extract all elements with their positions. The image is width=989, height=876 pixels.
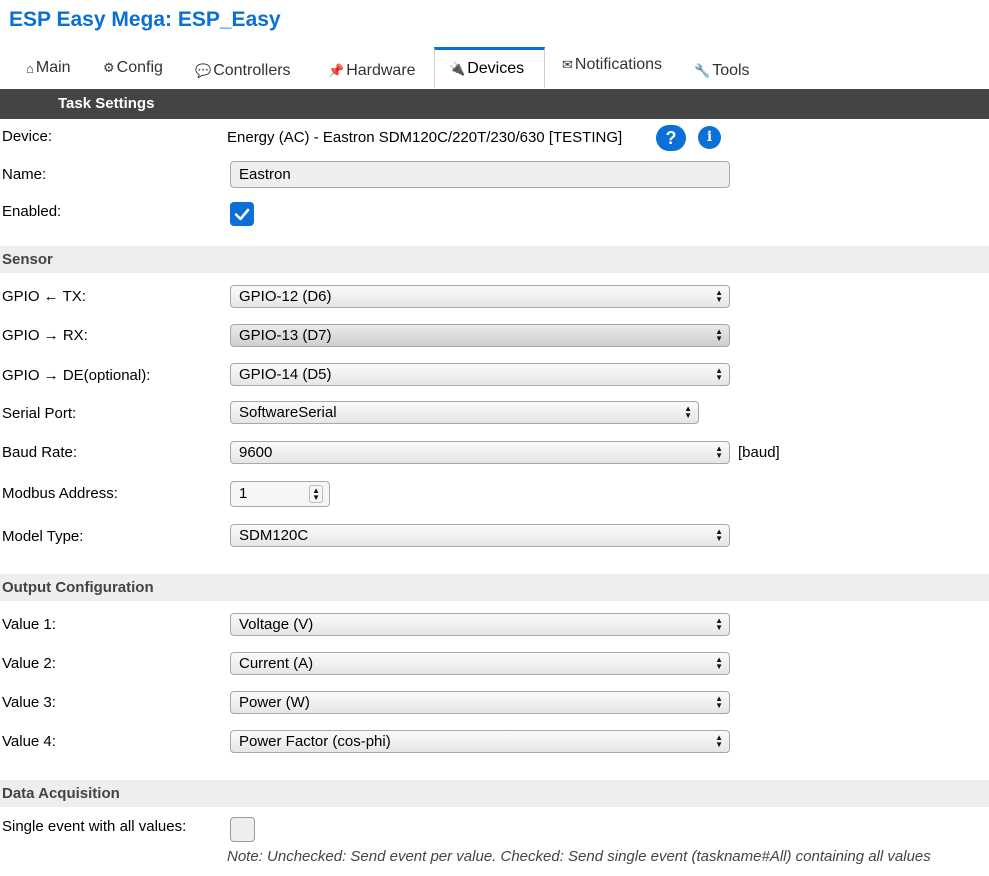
tab-devices[interactable]: 🔌 Devices — [434, 47, 545, 88]
model-type-select[interactable]: SDM120C ▲ ▼ — [230, 524, 730, 547]
device-label: Device: — [2, 128, 53, 145]
select-arrows-icon: ▲ ▼ — [715, 733, 723, 749]
select-value: GPIO-14 (D5) — [239, 366, 332, 383]
baud-rate-select[interactable]: 9600 ▲ ▼ — [230, 441, 730, 464]
name-label: Name: — [2, 166, 47, 183]
pushpin-icon: 📌 — [328, 63, 345, 78]
serial-port-select[interactable]: SoftwareSerial ▲ ▼ — [230, 401, 699, 424]
single-event-label: Single event with all values: — [2, 818, 187, 835]
help-icon[interactable]: ? — [656, 125, 686, 151]
select-value: Current (A) — [239, 655, 314, 672]
enabled-checkbox[interactable] — [230, 202, 254, 226]
tab-label: Hardware — [346, 62, 416, 79]
baud-unit: [baud] — [738, 444, 780, 461]
name-input[interactable]: Eastron — [230, 161, 730, 188]
section-acquisition: Data Acquisition — [0, 780, 989, 807]
home-icon: ⌂ — [26, 60, 34, 76]
model-type-label: Model Type: — [2, 528, 84, 545]
single-event-checkbox[interactable] — [230, 817, 255, 842]
section-output: Output Configuration — [0, 574, 989, 601]
gear-icon: ⚙ — [103, 60, 115, 75]
select-value: 9600 — [239, 444, 273, 461]
gpio-tx-select[interactable]: GPIO-12 (D6) ▲ ▼ — [230, 285, 730, 308]
modbus-address-input[interactable]: 1 ▲ ▼ — [230, 481, 330, 507]
value1-label: Value 1: — [2, 616, 56, 633]
plug-icon: 🔌 — [449, 60, 466, 76]
checkmark-icon — [234, 208, 250, 221]
select-arrows-icon: ▲ ▼ — [715, 444, 723, 460]
tab-hardware[interactable]: 📌 Hardware — [328, 49, 416, 93]
tab-label: Main — [35, 59, 71, 76]
select-arrows-icon: ▲ ▼ — [715, 616, 723, 632]
app-title: ESP Easy Mega: ESP_Easy — [9, 8, 281, 31]
select-arrows-icon: ▲ ▼ — [715, 694, 723, 710]
select-arrows-icon: ▲ ▼ — [715, 288, 723, 304]
baud-rate-label: Baud Rate: — [2, 444, 78, 461]
number-value: 1 — [239, 485, 248, 502]
tab-config[interactable]: ⚙ Config — [103, 46, 163, 90]
select-arrows-icon: ▲ ▼ — [715, 655, 723, 671]
tab-label: Config — [116, 59, 163, 76]
envelope-icon: ✉ — [562, 57, 573, 72]
value4-select[interactable]: Power Factor (cos-phi) ▲ ▼ — [230, 730, 730, 753]
tab-label: Controllers — [213, 62, 291, 79]
gpio-de-select[interactable]: GPIO-14 (D5) ▲ ▼ — [230, 363, 730, 386]
value2-select[interactable]: Current (A) ▲ ▼ — [230, 652, 730, 675]
tab-label: Notifications — [574, 56, 663, 73]
tab-controllers[interactable]: 💬 Controllers — [195, 49, 291, 93]
single-event-note: Note: Unchecked: Send event per value. C… — [227, 848, 931, 865]
serial-port-label: Serial Port: — [2, 405, 77, 422]
wrench-icon: 🔧 — [694, 63, 711, 78]
section-sensor: Sensor — [0, 246, 989, 273]
select-value: GPIO-13 (D7) — [239, 327, 332, 344]
select-value: Voltage (V) — [239, 616, 314, 633]
info-icon[interactable]: i — [698, 126, 721, 149]
value1-select[interactable]: Voltage (V) ▲ ▼ — [230, 613, 730, 636]
value3-select[interactable]: Power (W) ▲ ▼ — [230, 691, 730, 714]
modbus-address-label: Modbus Address: — [2, 485, 118, 502]
page-heading: Task Settings — [0, 89, 989, 119]
stepper-icon[interactable]: ▲ ▼ — [309, 485, 323, 503]
gpio-rx-label: GPIO → RX: — [2, 327, 88, 344]
tab-label: Devices — [467, 59, 525, 77]
value3-label: Value 3: — [2, 694, 56, 711]
speech-bubble-icon: 💬 — [195, 63, 212, 78]
enabled-label: Enabled: — [2, 203, 62, 220]
select-arrows-icon: ▲ ▼ — [715, 366, 723, 382]
value4-label: Value 4: — [2, 733, 56, 750]
tab-label: Tools — [712, 62, 750, 79]
select-arrows-icon: ▲ ▼ — [715, 327, 723, 343]
value2-label: Value 2: — [2, 655, 56, 672]
tab-notifications[interactable]: ✉ Notifications — [562, 43, 662, 87]
select-value: GPIO-12 (D6) — [239, 288, 332, 305]
select-value: Power (W) — [239, 694, 310, 711]
select-value: Power Factor (cos-phi) — [239, 733, 391, 750]
select-value: SoftwareSerial — [239, 404, 337, 421]
gpio-de-label: GPIO → DE(optional): — [2, 367, 151, 384]
gpio-rx-select[interactable]: GPIO-13 (D7) ▲ ▼ — [230, 324, 730, 347]
tab-tools[interactable]: 🔧 Tools — [694, 49, 750, 93]
gpio-tx-label: GPIO ← TX: — [2, 288, 86, 305]
tab-main[interactable]: ⌂ Main — [26, 46, 71, 90]
device-value: Energy (AC) - Eastron SDM120C/220T/230/6… — [227, 129, 623, 146]
select-arrows-icon: ▲ ▼ — [715, 527, 723, 543]
select-value: SDM120C — [239, 527, 309, 544]
tab-bar: ⌂ Main ⚙ Config 💬 Controllers 📌 Hardware… — [0, 46, 989, 91]
select-arrows-icon: ▲ ▼ — [684, 404, 692, 420]
